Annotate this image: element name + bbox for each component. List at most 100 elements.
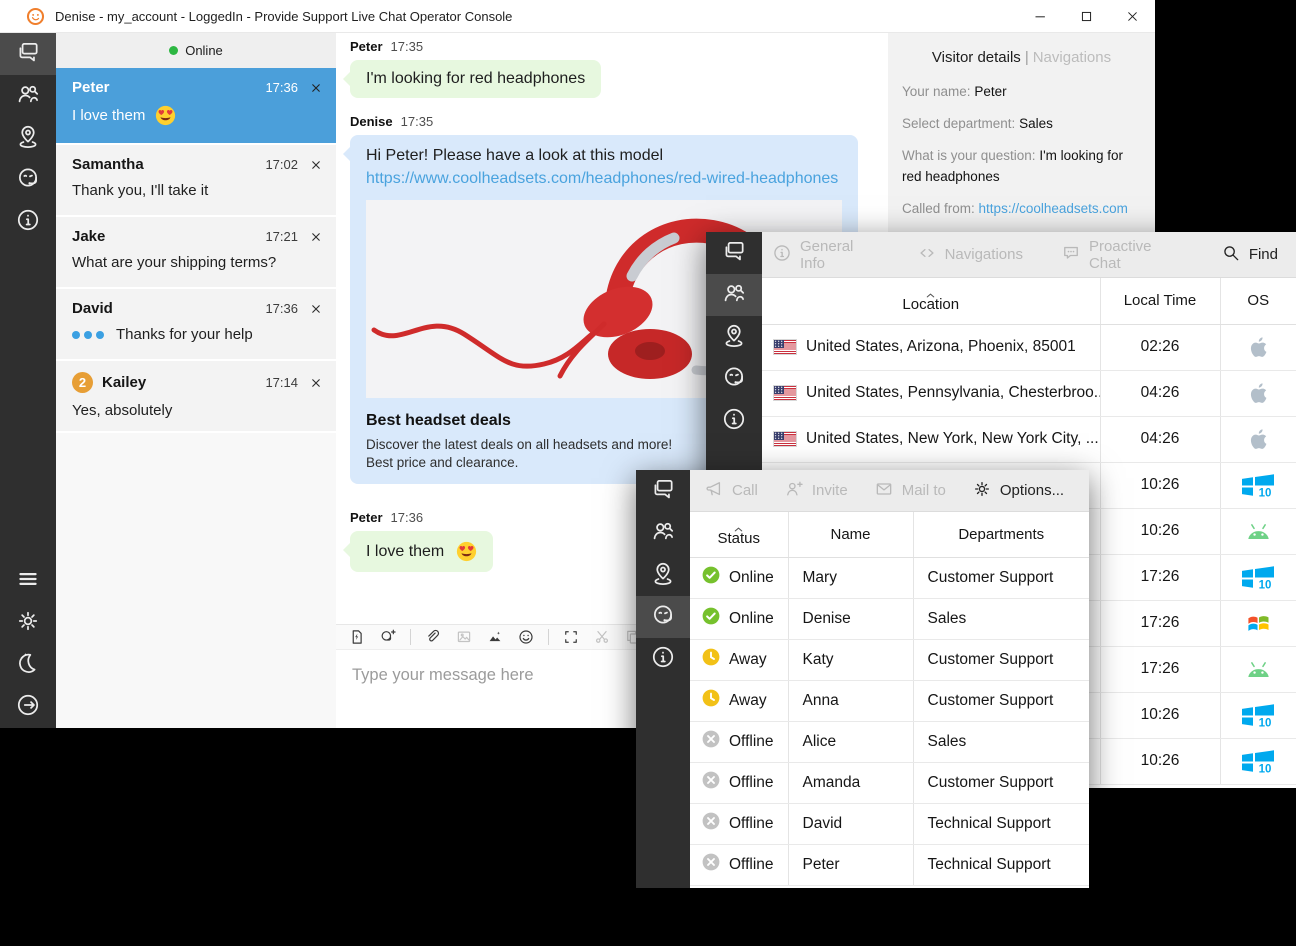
sidebar-item-operator-headset[interactable] — [636, 596, 690, 638]
column-header-location[interactable]: Location — [762, 278, 1100, 324]
column-header-name[interactable]: Name — [788, 512, 913, 557]
emoji-button[interactable] — [517, 628, 535, 646]
sidebar-item-info-circle[interactable] — [706, 400, 762, 442]
svg-text:10: 10 — [1259, 580, 1272, 591]
close-chat-button[interactable] — [310, 159, 322, 171]
message-link[interactable]: https://www.coolheadsets.com/headphones/… — [366, 170, 842, 188]
chat-bubbles-icon — [15, 39, 41, 70]
sidebar-item-gear[interactable] — [0, 602, 56, 644]
gear-icon — [972, 479, 992, 503]
sidebar-item-night-mode[interactable] — [0, 644, 56, 686]
menu-icon — [15, 566, 41, 597]
envelope-icon — [874, 479, 894, 503]
operator-row[interactable]: OnlineDeniseSales — [690, 598, 1089, 639]
operator-name: Mary — [803, 569, 837, 586]
sidebar-item-operator-headset[interactable] — [0, 159, 56, 201]
screen-capture-button[interactable] — [562, 628, 580, 646]
visitor-row[interactable]: United States, Arizona, Phoenix, 8500102… — [762, 324, 1296, 370]
sidebar-item-location-pin[interactable] — [0, 117, 56, 159]
close-chat-button[interactable] — [310, 303, 322, 315]
push-image-button[interactable] — [486, 628, 504, 646]
chat-list-item[interactable]: Samantha17:02Thank you, I'll take it — [56, 145, 336, 217]
operator-name: Alice — [803, 733, 837, 750]
sidebar-item-location-pin[interactable] — [636, 554, 690, 596]
visitor-local-time: 10:26 — [1141, 706, 1180, 723]
sidebar-item-chat-bubbles[interactable] — [706, 232, 762, 274]
operator-department: Technical Support — [928, 856, 1051, 873]
svg-text:10: 10 — [1259, 718, 1272, 729]
toolbar-button-options[interactable]: Options... — [972, 479, 1064, 503]
operator-department: Customer Support — [928, 774, 1054, 791]
field-value-link[interactable]: https://coolheadsets.com — [979, 201, 1128, 216]
message-time: 17:36 — [391, 510, 424, 525]
operator-row[interactable]: AwayKatyCustomer Support — [690, 639, 1089, 680]
canned-response-button[interactable] — [348, 628, 366, 646]
sidebar-item-info-circle[interactable] — [0, 201, 56, 243]
close-button[interactable] — [1109, 0, 1155, 32]
operator-row[interactable]: OnlineMaryCustomer Support — [690, 557, 1089, 598]
info-circle-icon — [650, 644, 676, 675]
operator-row[interactable]: OfflineAliceSales — [690, 721, 1089, 762]
chat-list-item[interactable]: Jake17:21What are your shipping terms? — [56, 217, 336, 289]
chat-list-item[interactable]: Peter17:36I love them — [56, 68, 336, 145]
chat-list-item[interactable]: 2Kailey17:14Yes, absolutely — [56, 361, 336, 433]
column-header-departments[interactable]: Departments — [913, 512, 1089, 557]
sidebar-item-visitors[interactable] — [706, 274, 762, 316]
visitors-toolbar: General InfoNavigationsProactive ChatFin… — [762, 232, 1296, 278]
toolbar-button-find[interactable]: Find — [1221, 243, 1278, 267]
toolbar-button-label: Navigations — [945, 246, 1023, 263]
maximize-button[interactable] — [1063, 0, 1109, 32]
field-label: Called from: — [902, 201, 975, 216]
operator-row[interactable]: OfflineDavidTechnical Support — [690, 803, 1089, 844]
column-header-local-time[interactable]: Local Time — [1100, 278, 1220, 324]
column-header-status[interactable]: Status — [690, 512, 788, 557]
visitor-local-time: 10:26 — [1141, 522, 1180, 539]
sidebar-item-info-circle[interactable] — [636, 638, 690, 680]
minimize-button[interactable] — [1017, 0, 1063, 32]
operator-row[interactable]: AwayAnnaCustomer Support — [690, 680, 1089, 721]
status-offline-icon — [702, 730, 720, 753]
field-value: Sales — [1019, 116, 1053, 131]
visitor-location: United States, New York, New York City, … — [806, 430, 1099, 448]
sidebar-item-menu[interactable] — [0, 560, 56, 602]
close-chat-button[interactable] — [310, 231, 322, 243]
operator-department: Customer Support — [928, 692, 1054, 709]
megaphone-icon — [704, 479, 724, 503]
column-header-os[interactable]: OS — [1220, 278, 1296, 324]
operator-status-text: Offline — [729, 815, 774, 833]
field-value: Peter — [974, 84, 1006, 99]
operator-row[interactable]: OfflinePeterTechnical Support — [690, 844, 1089, 885]
operator-status-header[interactable]: Online — [56, 33, 336, 68]
sidebar-item-operator-headset[interactable] — [706, 358, 762, 400]
operator-name: Peter — [803, 856, 840, 873]
sidebar-item-chat-bubbles[interactable] — [636, 470, 690, 512]
visitor-local-time: 17:26 — [1141, 614, 1180, 631]
close-chat-button[interactable] — [310, 82, 322, 94]
operator-status-text: Away — [729, 651, 767, 669]
info-circle-icon — [721, 406, 747, 437]
chat-list-item[interactable]: David17:36Thanks for your help — [56, 289, 336, 361]
sidebar-item-chat-bubbles[interactable] — [0, 33, 56, 75]
add-operator-button[interactable] — [379, 628, 397, 646]
operators-table: Status Name Departments Online Mary Custom… — [690, 512, 1089, 886]
chat-time: 17:36 — [265, 301, 298, 316]
operator-row[interactable]: OfflineAmandaCustomer Support — [690, 762, 1089, 803]
visitor-row[interactable]: United States, Pennsylvania, Chesterbroo… — [762, 370, 1296, 416]
sidebar-item-visitors[interactable] — [0, 75, 56, 117]
sidebar-item-location-pin[interactable] — [706, 316, 762, 358]
message-time: 17:35 — [391, 39, 424, 54]
close-chat-button[interactable] — [310, 377, 322, 389]
operator-status-text: Online — [729, 569, 774, 587]
tab-navigations[interactable]: Navigations — [1033, 49, 1111, 66]
tab-visitor-details[interactable]: Visitor details — [932, 49, 1021, 66]
attach-file-button[interactable] — [424, 628, 442, 646]
visitor-row[interactable]: United States, New York, New York City, … — [762, 416, 1296, 462]
status-away-icon — [702, 648, 720, 671]
operator-headset-icon — [721, 364, 747, 395]
sidebar-item-visitors[interactable] — [636, 512, 690, 554]
windows-10-icon: 10 — [1241, 752, 1275, 769]
windows-10-icon: 10 — [1241, 706, 1275, 723]
sidebar-item-sign-out[interactable] — [0, 686, 56, 728]
provide-support-logo-icon — [26, 7, 45, 26]
toolbar-button-label: Find — [1249, 246, 1278, 263]
